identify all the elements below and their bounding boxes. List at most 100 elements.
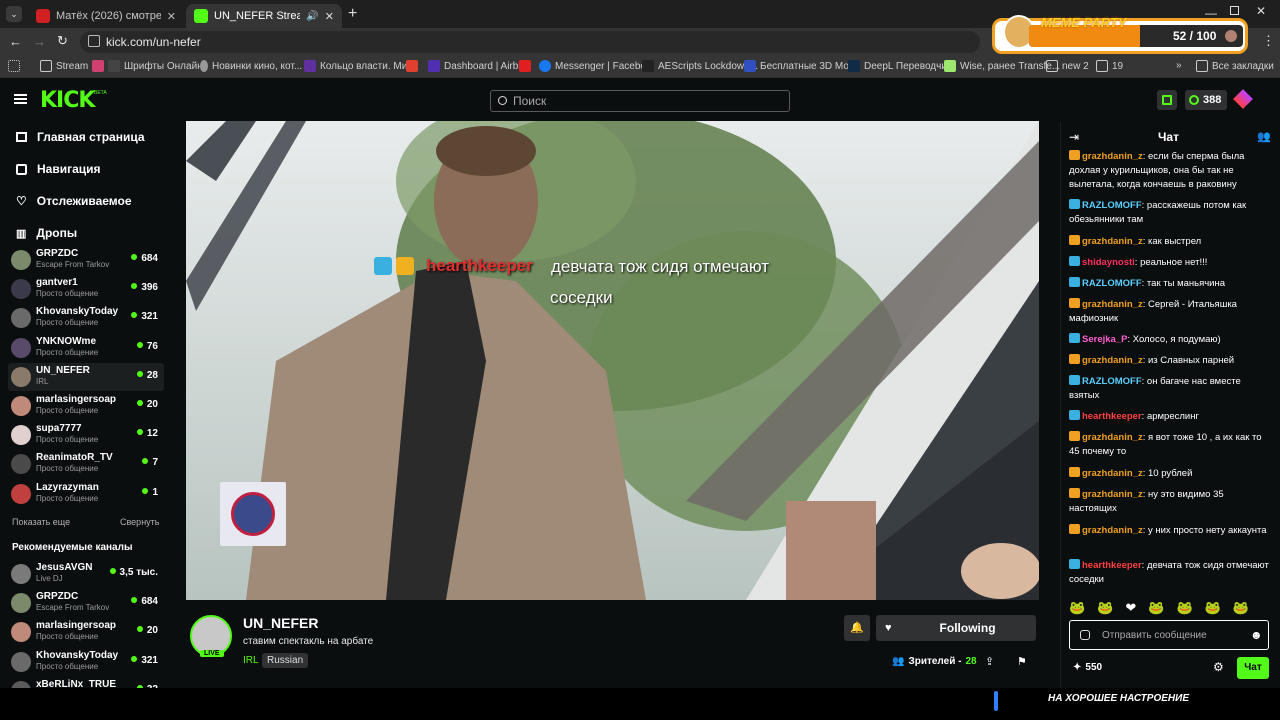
emote-icon[interactable]: 🐸 [1176, 600, 1192, 618]
sidebar-channel-un-nefer[interactable]: UN_NEFER IRL 28 [8, 362, 164, 391]
video-player[interactable]: hearthkeeper девчата тож сидя отмечают с… [186, 121, 1039, 600]
chat-username[interactable]: grazhdanin_z [1082, 468, 1143, 479]
sidebar-channel-supa7777[interactable]: supa7777 Просто общение 12 [8, 421, 164, 449]
hamburger-menu-icon[interactable] [14, 94, 27, 104]
sidebar-nav-drops[interactable]: ▥ Дропы [16, 226, 77, 240]
emote-icon[interactable]: 🐸 [1069, 600, 1085, 618]
bookmark-all[interactable]: Все закладки [1196, 60, 1274, 72]
chat-username[interactable]: Serejka_P [1082, 334, 1127, 345]
chat-username[interactable]: grazhdanin_z [1082, 236, 1143, 247]
chat-badge-icon [1069, 467, 1080, 477]
sidebar-channel-reanimator-tv[interactable]: ReanimatoR_TV Просто общение 7 [8, 450, 164, 478]
chat-input[interactable]: Отправить сообщение ☻ [1069, 620, 1269, 650]
kick-logo[interactable]: KICK [40, 88, 95, 113]
sidebar-channel-khovanskytoday[interactable]: KhovanskyToday Просто общение 321 [8, 304, 164, 332]
emote-icon[interactable]: 🐸 [1233, 600, 1249, 618]
bookmark-koltso[interactable]: Кольцо власти. Ми... [304, 60, 416, 72]
bookmark-airbit[interactable]: Dashboard | Airbit [428, 60, 523, 72]
user-avatar-icon[interactable] [1233, 89, 1253, 109]
share-icon[interactable]: ⇪ [985, 655, 994, 668]
sidebar-channel-marlasingersoap[interactable]: marlasingersoap Просто общение 20 [8, 392, 164, 420]
bookmark-shrifty[interactable]: Шрифты Онлайн [92, 60, 203, 72]
chat-settings-icon[interactable]: ⚙ [1213, 660, 1224, 674]
follow-button[interactable]: ♥ Following [876, 615, 1036, 641]
tab-close-icon[interactable]: ✕ [167, 10, 176, 23]
sidebar-nav-home[interactable]: Главная страница [16, 130, 145, 144]
back-icon[interactable]: ← [9, 34, 22, 49]
bookmark-aescripts[interactable]: AEScripts Lockdown... [642, 60, 758, 72]
language-tag[interactable]: Russian [262, 653, 309, 668]
bookmark-wise[interactable]: Wise, ранее Transfe... [944, 60, 1060, 72]
bookmark-3d[interactable]: Бесплатные 3D Мо... [744, 60, 857, 72]
collapse-link[interactable]: Свернуть [120, 517, 159, 527]
sidebar-channel-lazyrazyman[interactable]: Lazyrazyman Просто общение 1 [8, 480, 164, 508]
browser-tab-1[interactable]: Матёх (2026) смотреть онлайн ✕ [28, 4, 184, 28]
bookmark-gmail[interactable] [406, 60, 418, 72]
channel-emblem-image [220, 482, 286, 546]
tab-list-button[interactable]: ⌄ [6, 6, 22, 22]
chat-username[interactable]: grazhdanin_z [1082, 355, 1143, 366]
sidebar-channel-ynknowme[interactable]: YNKNOWme Просто общение 76 [8, 334, 164, 362]
bookmark-deepl[interactable]: DeepL Переводчик [848, 60, 951, 72]
chat-username[interactable]: grazhdanin_z [1082, 489, 1143, 500]
emote-icon[interactable]: 🐸 [1097, 600, 1113, 618]
streamer-mode-icon[interactable] [1157, 90, 1177, 110]
chat-username[interactable]: grazhdanin_z [1082, 151, 1143, 162]
sidebar-channel-marlasingersoap[interactable]: marlasingersoap Просто общение 20 [8, 618, 164, 646]
notification-bell-button[interactable]: 🔔 [844, 615, 870, 641]
search-input[interactable]: Поиск [490, 90, 790, 112]
bookmarks-overflow-icon[interactable]: » [1176, 60, 1182, 71]
youtube-icon [519, 60, 531, 72]
browser-menu-icon[interactable]: ⋮ [1262, 33, 1275, 49]
collapse-chat-icon[interactable]: ⇥ [1069, 130, 1079, 144]
chat-username[interactable]: grazhdanin_z [1082, 525, 1143, 536]
site-info-icon[interactable] [88, 35, 100, 47]
emote-icon[interactable]: 🐸 [1205, 600, 1221, 618]
bookmark-novinki[interactable]: Новинки кино, кот... [200, 60, 302, 72]
chat-username[interactable]: grazhdanin_z [1082, 299, 1143, 310]
sidebar-channel-khovanskytoday[interactable]: KhovanskyToday Просто общение 321 [8, 648, 164, 676]
chat-username[interactable]: shidaynosti [1082, 257, 1135, 268]
chat-username[interactable]: grazhdanin_z [1082, 432, 1143, 443]
bookmark-19[interactable]: 19 [1096, 60, 1123, 72]
kick-points-button[interactable]: 388 [1185, 90, 1227, 110]
new-tab-button[interactable]: + [348, 6, 357, 22]
chat-username[interactable]: hearthkeeper [1082, 411, 1142, 422]
emote-icon[interactable]: ❤ [1125, 600, 1136, 618]
sidebar-nav-following[interactable]: ♡ Отслеживаемое [16, 194, 132, 208]
bookmark-youtube[interactable] [519, 60, 531, 72]
sidebar-channel-jesusavgn[interactable]: JesusAVGN Live DJ 3,5 тыс. [8, 560, 164, 588]
show-more-link[interactable]: Показать еще [12, 517, 70, 527]
chat-username[interactable]: hearthkeeper [1082, 560, 1142, 571]
bookmark-new2[interactable]: new 2 [1046, 60, 1089, 72]
bookmark-messenger[interactable]: Messenger | Facebo... [539, 60, 654, 72]
emoji-icon[interactable]: ☻ [1250, 628, 1263, 642]
chat-username[interactable]: RAZLOMOFF [1082, 200, 1142, 211]
reload-icon[interactable]: ↻ [57, 33, 68, 49]
emote-icon[interactable]: 🐸 [1148, 600, 1164, 618]
sidebar-nav-browse[interactable]: Навигация [16, 162, 101, 176]
chat-username[interactable]: RAZLOMOFF [1082, 376, 1142, 387]
alert-username: hearthkeeper [426, 256, 533, 275]
apps-icon[interactable] [8, 60, 20, 72]
window-maximize-icon[interactable] [1230, 6, 1239, 15]
chat-settings-badge-icon[interactable] [1080, 630, 1090, 640]
browser-tab-2[interactable]: UN_NEFER Stream - Watch 🔊 ✕ [186, 4, 342, 28]
tab-close-icon[interactable]: ✕ [325, 10, 334, 23]
address-bar[interactable]: kick.com/un-nefer [80, 31, 980, 53]
sidebar-channel-gantver1[interactable]: gantver1 Просто общение 396 [8, 275, 164, 303]
forward-icon[interactable]: → [33, 34, 46, 49]
chat-users-icon[interactable]: 👥 [1257, 130, 1271, 143]
channel-viewers: 684 [131, 596, 158, 607]
bookmark-stream[interactable]: Stream [40, 60, 88, 72]
window-close-icon[interactable]: ✕ [1256, 4, 1266, 18]
category-link[interactable]: IRL [243, 655, 259, 666]
channel-name[interactable]: UN_NEFER [243, 615, 318, 631]
report-icon[interactable]: ⚑ [1017, 655, 1027, 668]
chat-username[interactable]: RAZLOMOFF [1082, 278, 1142, 289]
audio-icon[interactable]: 🔊 [306, 11, 318, 22]
chat-points[interactable]: ✦ 550 [1073, 662, 1102, 673]
send-chat-button[interactable]: Чат [1237, 657, 1269, 679]
sidebar-channel-grpzdc[interactable]: GRPZDC Escape From Tarkov 684 [8, 589, 164, 617]
sidebar-channel-grpzdc[interactable]: GRPZDC Escape From Tarkov 684 [8, 246, 164, 274]
